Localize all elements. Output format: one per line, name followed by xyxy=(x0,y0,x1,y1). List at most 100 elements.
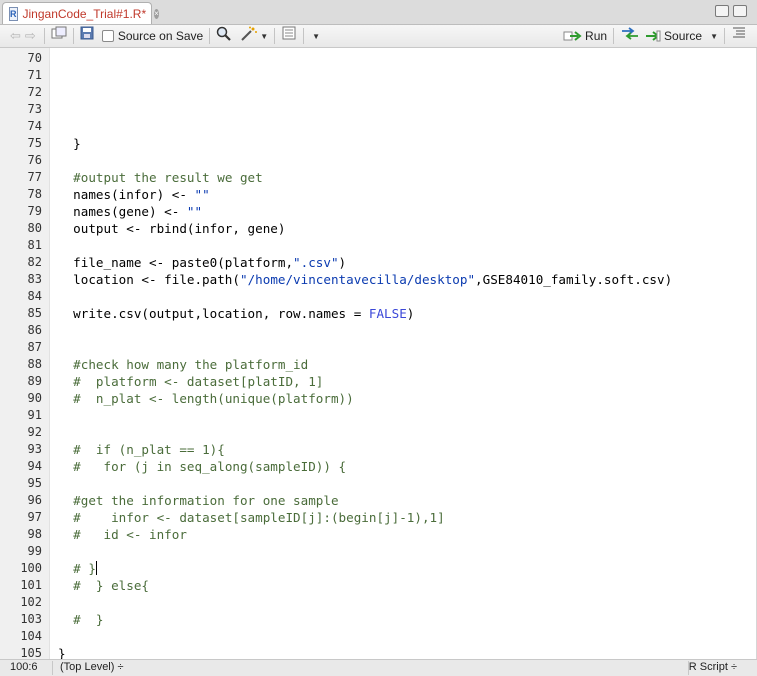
line-number: 99 xyxy=(27,544,42,558)
code-line[interactable]: 72 xyxy=(0,84,756,101)
toolbar-separator xyxy=(72,28,74,44)
code-text: #get the information for one sample xyxy=(73,493,339,508)
code-line[interactable]: 78 names(infor) <- "" xyxy=(0,186,756,203)
search-icon[interactable] xyxy=(216,26,232,46)
source-button[interactable]: Source xyxy=(644,26,702,46)
source-on-save-toggle[interactable]: Source on Save xyxy=(101,26,204,46)
document-outline-icon[interactable] xyxy=(731,26,747,46)
toolbar-separator xyxy=(303,28,305,44)
code-line[interactable]: 105} xyxy=(0,645,756,660)
show-in-window-icon[interactable] xyxy=(51,26,67,46)
code-line[interactable]: 92 xyxy=(0,424,756,441)
source-on-save-label: Source on Save xyxy=(117,29,204,43)
line-number: 86 xyxy=(27,323,42,337)
scope-selector[interactable]: (Top Level) ÷ xyxy=(60,661,124,673)
editor-tab-bar: R JinganCode_Trial#1.R* × xyxy=(0,0,757,25)
code-editor[interactable]: 70 71 72 73 74 75 } 76 77 #output the result we… xyxy=(0,48,757,660)
close-tab-icon[interactable]: × xyxy=(154,8,159,19)
save-icon[interactable] xyxy=(80,26,94,46)
rerun-icon[interactable] xyxy=(620,26,640,46)
code-text: #check how many the platform_id xyxy=(73,357,309,372)
source-dropdown-icon[interactable]: ▼ xyxy=(710,32,718,41)
code-line[interactable]: 82 file_name <- paste0(platform,".csv") xyxy=(0,254,756,271)
code-line[interactable]: 87 xyxy=(0,339,756,356)
line-number: 78 xyxy=(27,187,42,201)
minimize-pane-icon[interactable] xyxy=(715,5,729,17)
code-line[interactable]: 95 xyxy=(0,475,756,492)
code-line[interactable]: 80 output <- rbind(infor, gene) xyxy=(0,220,756,237)
code-text: # } xyxy=(73,612,104,627)
code-line[interactable]: 89 # platform <- dataset[platID, 1] xyxy=(0,373,756,390)
line-number: 73 xyxy=(27,102,42,116)
code-line[interactable]: 94 # for (j in seq_along(sampleID)) { xyxy=(0,458,756,475)
code-line[interactable]: 81 xyxy=(0,237,756,254)
line-number: 75 xyxy=(27,136,42,150)
code-line[interactable]: 99 xyxy=(0,543,756,560)
code-line[interactable]: 70 xyxy=(0,50,756,67)
line-number: 88 xyxy=(27,357,42,371)
line-number: 84 xyxy=(27,289,42,303)
code-line[interactable]: 73 xyxy=(0,101,756,118)
more-options-dropdown-icon[interactable]: ▼ xyxy=(312,32,320,41)
toolbar-separator xyxy=(724,28,725,44)
maximize-pane-icon[interactable] xyxy=(733,5,747,17)
code-line[interactable]: 91 xyxy=(0,407,756,424)
code-line[interactable]: 88 #check how many the platform_id xyxy=(0,356,756,373)
line-number: 105 xyxy=(20,646,42,660)
forward-arrow-icon[interactable]: ⇨ xyxy=(25,28,36,44)
line-number: 80 xyxy=(27,221,42,235)
code-line[interactable]: 97 # infor <- dataset[sampleID[j]:(begin… xyxy=(0,509,756,526)
toolbar-separator xyxy=(613,28,615,44)
source-on-save-checkbox[interactable] xyxy=(101,30,114,42)
editor-toolbar: ⇦ ⇨ Source on Save ▼ ▼ Run Source ▼ xyxy=(0,25,757,48)
code-line[interactable]: 76 xyxy=(0,152,756,169)
code-line[interactable]: 83 location <- file.path("/home/vincenta… xyxy=(0,271,756,288)
line-number: 82 xyxy=(27,255,42,269)
line-number: 85 xyxy=(27,306,42,320)
code-line[interactable]: 77 #output the result we get xyxy=(0,169,756,186)
code-text: } xyxy=(58,136,81,151)
code-text: names(gene) <- "" xyxy=(58,204,203,219)
code-tools-wand-icon[interactable] xyxy=(240,26,258,46)
line-number: 94 xyxy=(27,459,42,473)
code-line[interactable]: 103 # } xyxy=(0,611,756,628)
line-number: 93 xyxy=(27,442,42,456)
code-line[interactable]: 90 # n_plat <- length(unique(platform)) xyxy=(0,390,756,407)
code-line[interactable]: 84 xyxy=(0,288,756,305)
code-tools-dropdown-icon[interactable]: ▼ xyxy=(260,32,268,41)
code-line[interactable]: 100 # } xyxy=(0,560,756,577)
code-line[interactable]: 85 write.csv(output,location, row.names … xyxy=(0,305,756,322)
file-type-selector[interactable]: R Script ÷ xyxy=(689,661,737,673)
line-number: 72 xyxy=(27,85,42,99)
code-text: # for (j in seq_along(sampleID)) { xyxy=(73,459,347,474)
compile-report-icon[interactable] xyxy=(281,26,297,46)
code-line[interactable]: 74 xyxy=(0,118,756,135)
r-file-icon: R xyxy=(9,6,18,21)
line-number: 102 xyxy=(20,595,42,609)
code-text: names(infor) <- "" xyxy=(58,187,210,202)
code-text: output <- rbind(infor, gene) xyxy=(58,221,286,236)
line-number: 91 xyxy=(27,408,42,422)
code-line[interactable]: 75 } xyxy=(0,135,756,152)
file-tab[interactable]: R JinganCode_Trial#1.R* × xyxy=(2,2,159,24)
back-arrow-icon[interactable]: ⇦ xyxy=(10,28,21,44)
line-number: 70 xyxy=(27,51,42,65)
line-number: 76 xyxy=(27,153,42,167)
line-number: 97 xyxy=(27,510,42,524)
code-line[interactable]: 98 # id <- infor xyxy=(0,526,756,543)
code-line[interactable]: 102 xyxy=(0,594,756,611)
run-button[interactable]: Run xyxy=(563,26,607,46)
code-text: # } xyxy=(73,561,97,576)
run-label: Run xyxy=(585,29,608,43)
code-line[interactable]: 86 xyxy=(0,322,756,339)
code-line[interactable]: 101 # } else{ xyxy=(0,577,756,594)
code-line[interactable]: 96 #get the information for one sample xyxy=(0,492,756,509)
toolbar-separator xyxy=(274,28,276,44)
code-line[interactable]: 71 xyxy=(0,67,756,84)
text-cursor xyxy=(95,561,97,575)
code-line[interactable]: 93 # if (n_plat == 1){ xyxy=(0,441,756,458)
code-line[interactable]: 104 xyxy=(0,628,756,645)
line-number: 74 xyxy=(27,119,42,133)
code-line[interactable]: 79 names(gene) <- "" xyxy=(0,203,756,220)
code-text: } xyxy=(58,646,66,660)
